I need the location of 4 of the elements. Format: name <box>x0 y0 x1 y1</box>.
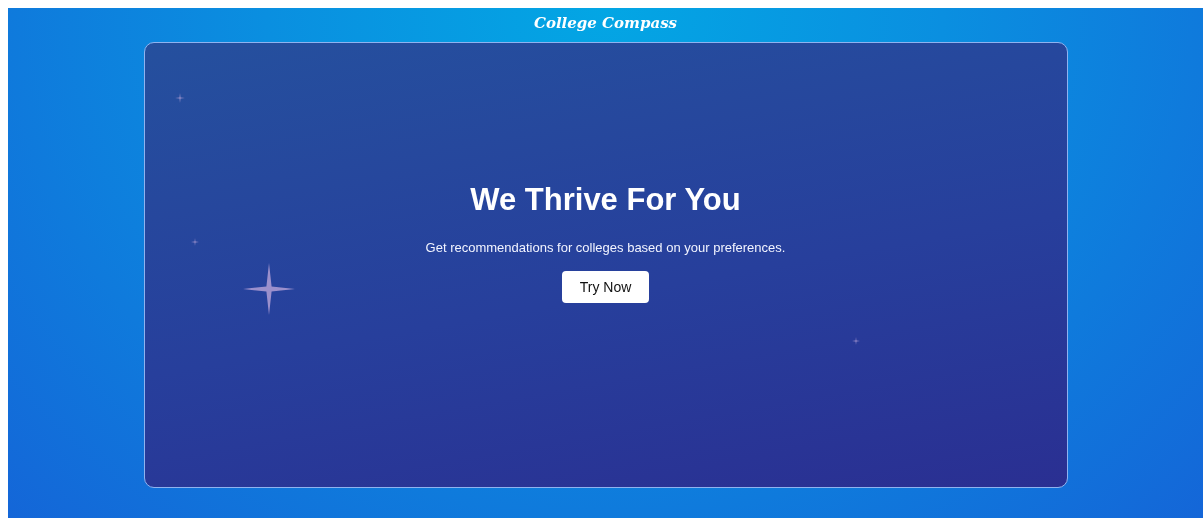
logo: College Compass <box>533 13 678 34</box>
hero-title: We Thrive For You <box>470 181 741 218</box>
hero-subtitle: Get recommendations for colleges based on your preferences. <box>425 239 786 255</box>
try-now-button[interactable]: Try Now <box>561 270 650 303</box>
